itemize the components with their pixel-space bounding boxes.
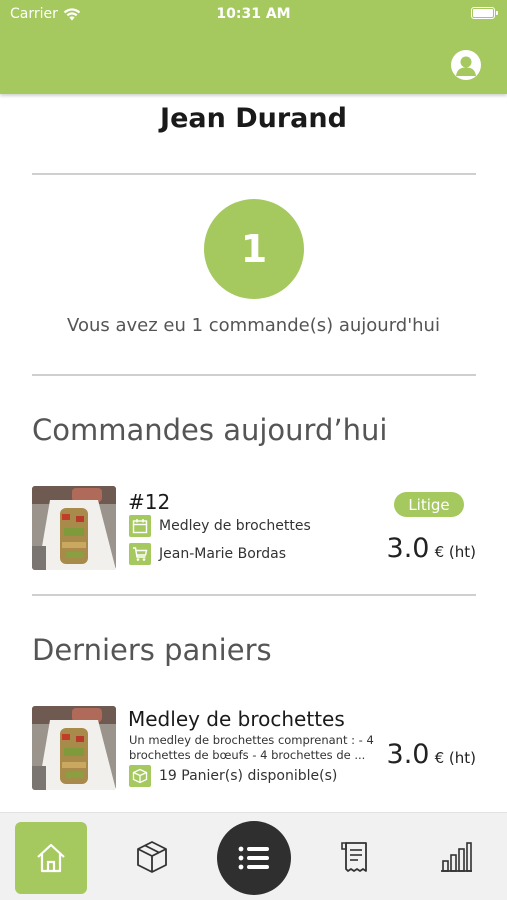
tab-products[interactable] — [134, 839, 170, 875]
profile-button[interactable] — [451, 50, 481, 80]
tab-orders[interactable] — [217, 821, 291, 895]
divider — [32, 173, 476, 175]
calendar-icon — [129, 515, 151, 537]
basket-title: Medley de brochettes — [128, 707, 345, 731]
shopping-cart-icon — [129, 543, 151, 565]
user-name: Jean Durand — [160, 103, 347, 134]
battery-icon — [471, 7, 498, 19]
order-status-badge: Litige — [394, 492, 464, 517]
user-avatar-icon — [456, 56, 476, 76]
home-icon — [37, 843, 65, 873]
order-price-value: 3.0 — [386, 533, 430, 564]
package-icon — [129, 765, 151, 787]
basket-availability-row: 19 Panier(s) disponible(s) — [129, 765, 337, 787]
basket-price: 3.0 € (ht) — [387, 739, 476, 770]
app-header: Carrier 10:31 AM — [0, 0, 507, 94]
basket-availability-text: 19 Panier(s) disponible(s) — [159, 768, 338, 784]
order-product-image — [32, 486, 116, 570]
order-product-row: Medley de brochettes — [129, 515, 311, 537]
order-price-unit: € (ht) — [434, 543, 476, 561]
basket-price-unit: € (ht) — [434, 749, 476, 767]
tab-invoices[interactable] — [338, 839, 374, 875]
order-number: #12 — [128, 490, 171, 514]
bar-chart-icon — [441, 842, 472, 872]
divider — [32, 594, 476, 596]
bottom-tab-bar — [0, 812, 507, 900]
basket-product-image — [32, 706, 116, 790]
status-time: 10:31 AM — [216, 6, 291, 22]
list-icon — [238, 846, 269, 870]
receipt-icon — [341, 842, 367, 872]
order-price: 3.0 € (ht) — [387, 533, 476, 564]
baskets-section-title: Derniers paniers — [32, 633, 272, 667]
order-customer-row: Jean-Marie Bordas — [129, 543, 286, 565]
basket-description: Un medley de brochettes comprenant : - 4… — [129, 733, 374, 762]
divider — [32, 374, 476, 376]
order-count-badge: 1 — [204, 199, 304, 299]
tab-statistics[interactable] — [438, 839, 474, 875]
basket-price-value: 3.0 — [386, 739, 430, 770]
order-customer-name: Jean-Marie Bordas — [159, 546, 287, 562]
box-icon — [137, 841, 167, 873]
tab-home[interactable] — [15, 822, 87, 894]
orders-section-title: Commandes aujourd’hui — [32, 413, 388, 447]
order-product-name: Medley de brochettes — [159, 518, 311, 534]
order-count-text: Vous avez eu 1 commande(s) aujourd'hui — [67, 315, 440, 336]
